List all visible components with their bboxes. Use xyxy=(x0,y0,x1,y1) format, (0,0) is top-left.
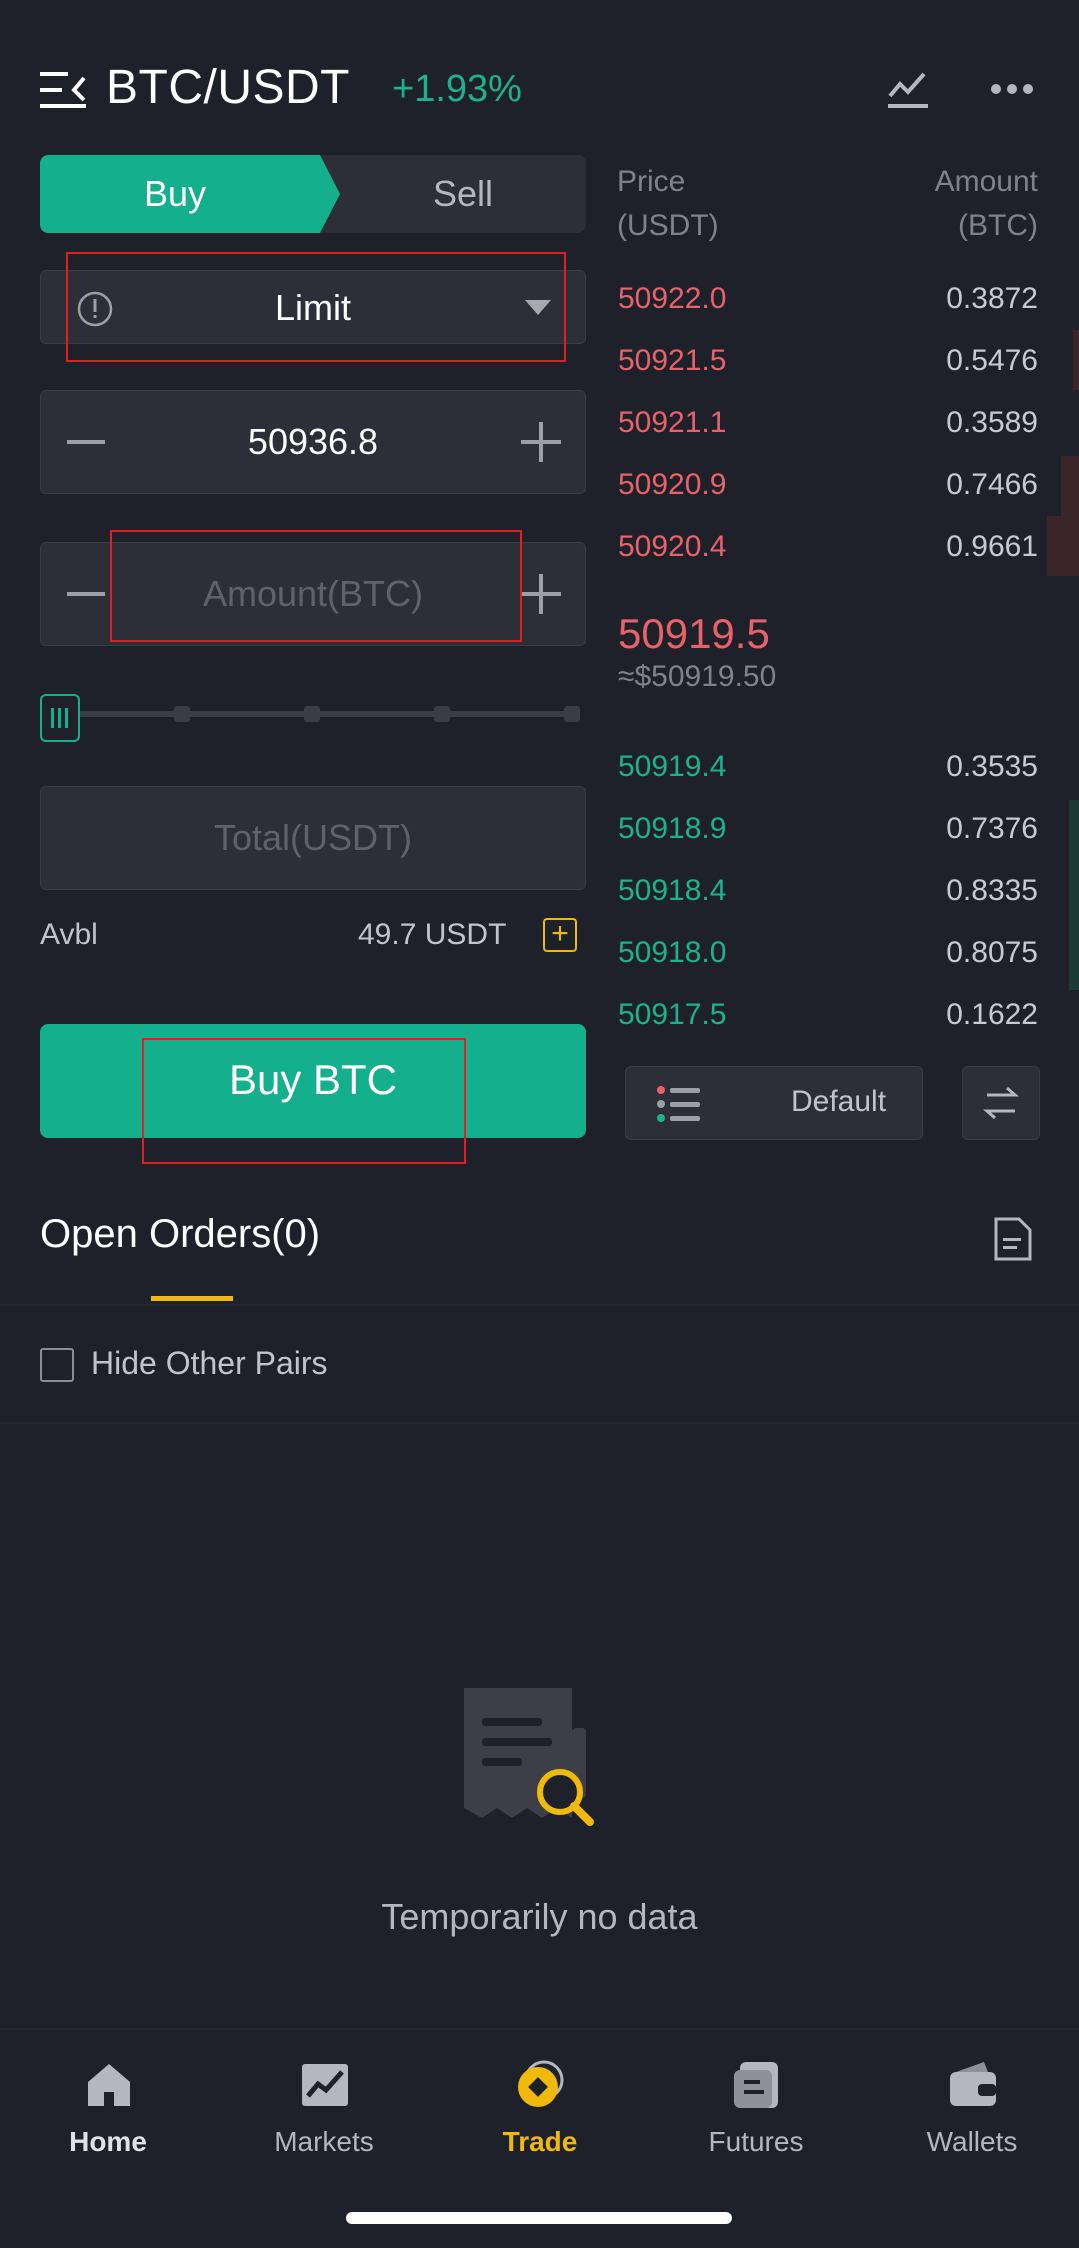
tab-underline xyxy=(151,1296,233,1301)
annotation-box xyxy=(110,530,522,642)
bid-depth-bar xyxy=(1069,800,1079,990)
bid-price[interactable]: 50918.0 xyxy=(618,936,726,970)
annotation-box xyxy=(66,252,566,362)
markets-icon xyxy=(302,2064,348,2106)
price-value[interactable]: 50936.8 xyxy=(41,421,585,463)
plus-icon xyxy=(539,574,543,614)
slider-step-75[interactable] xyxy=(434,706,450,722)
ask-price[interactable]: 50921.5 xyxy=(618,344,726,378)
tab-sell[interactable]: Sell xyxy=(340,155,586,233)
slider-handle[interactable] xyxy=(40,694,80,742)
last-price-usd: ≈$50919.50 xyxy=(618,660,777,693)
ask-amount: 0.3872 xyxy=(946,282,1038,315)
total-input[interactable]: Total(USDT) xyxy=(40,786,586,890)
price-change: +1.93% xyxy=(392,68,522,110)
ask-price[interactable]: 50920.9 xyxy=(618,468,726,502)
hide-other-pairs-checkbox[interactable] xyxy=(40,1348,74,1382)
trade-icon xyxy=(518,2060,564,2107)
wallet-icon xyxy=(950,2062,996,2106)
tab-buy-label: Buy xyxy=(143,173,207,214)
pair-title[interactable]: BTC/USDT xyxy=(106,60,350,115)
swap-button[interactable] xyxy=(962,1066,1040,1140)
ask-depth-bar xyxy=(1047,516,1079,576)
open-orders-tab[interactable]: Open Orders(0) xyxy=(40,1212,320,1257)
nav-label: Trade xyxy=(502,2126,578,2157)
nav-label: Markets xyxy=(274,2126,374,2157)
nav-label: Home xyxy=(69,2126,147,2157)
slider-step-100[interactable] xyxy=(564,706,580,722)
buy-sell-tabs: Buy Sell xyxy=(40,155,586,233)
menu-icon[interactable] xyxy=(40,70,86,110)
tab-buy[interactable]: Buy xyxy=(40,155,340,233)
ask-amount: 0.7466 xyxy=(946,468,1038,501)
nav-trade[interactable]: Trade xyxy=(432,2030,648,2190)
bid-amount: 0.1622 xyxy=(946,998,1038,1031)
bid-amount: 0.8335 xyxy=(946,874,1038,907)
ask-amount: 0.5476 xyxy=(946,344,1038,377)
price-input[interactable]: 50936.8 xyxy=(40,390,586,494)
slider-step-25[interactable] xyxy=(174,706,190,722)
nav-label: Wallets xyxy=(926,2126,1018,2157)
bid-amount: 0.8075 xyxy=(946,936,1038,969)
home-indicator[interactable] xyxy=(346,2212,732,2224)
home-icon xyxy=(88,2064,130,2106)
total-placeholder[interactable]: Total(USDT) xyxy=(41,817,585,859)
nav-home[interactable]: Home xyxy=(0,2030,216,2190)
ask-depth-bar xyxy=(1061,456,1079,516)
price-header: Price (USDT) xyxy=(617,165,719,242)
list-icon xyxy=(657,1086,700,1122)
avbl-label: Avbl xyxy=(40,918,98,951)
deposit-plus-icon[interactable]: + xyxy=(543,918,577,952)
plus-icon xyxy=(539,422,543,462)
hide-other-pairs-label[interactable]: Hide Other Pairs xyxy=(91,1345,328,1382)
empty-state-text: Temporarily no data xyxy=(381,1896,698,1937)
order-history-icon[interactable] xyxy=(993,1216,1033,1262)
last-price: 50919.5 xyxy=(618,610,770,657)
ask-amount: 0.9661 xyxy=(946,530,1038,563)
swap-icon xyxy=(983,1086,1019,1120)
tab-sell-label: Sell xyxy=(432,173,494,214)
divider xyxy=(0,1304,1079,1306)
nav-label: Futures xyxy=(708,2126,804,2157)
ask-price[interactable]: 50922.0 xyxy=(618,282,726,316)
nav-wallets[interactable]: Wallets xyxy=(864,2030,1079,2190)
ask-price[interactable]: 50921.1 xyxy=(618,406,726,440)
empty-receipt-search-icon xyxy=(464,1688,594,1826)
bid-price[interactable]: 50917.5 xyxy=(618,998,726,1032)
bid-price[interactable]: 50918.9 xyxy=(618,812,726,846)
bid-amount: 0.7376 xyxy=(946,812,1038,845)
chart-icon[interactable] xyxy=(886,66,930,110)
ask-amount: 0.3589 xyxy=(946,406,1038,439)
slider-step-50[interactable] xyxy=(304,706,320,722)
amount-header: Amount (BTC) xyxy=(934,165,1038,242)
depth-view-select[interactable]: Default xyxy=(625,1066,923,1140)
futures-icon xyxy=(734,2062,778,2108)
ask-depth-bar xyxy=(1073,330,1079,390)
ask-price[interactable]: 50920.4 xyxy=(618,530,726,564)
bid-price[interactable]: 50919.4 xyxy=(618,750,726,784)
annotation-box xyxy=(142,1038,466,1164)
depth-view-label: Default xyxy=(791,1085,887,1118)
avbl-value: 49.7 USDT xyxy=(358,918,507,951)
bid-amount: 0.3535 xyxy=(946,750,1038,783)
bid-price[interactable]: 50918.4 xyxy=(618,874,726,908)
divider xyxy=(0,1422,1079,1424)
more-icon[interactable] xyxy=(990,82,1034,96)
nav-markets[interactable]: Markets xyxy=(216,2030,432,2190)
nav-futures[interactable]: Futures xyxy=(648,2030,864,2190)
